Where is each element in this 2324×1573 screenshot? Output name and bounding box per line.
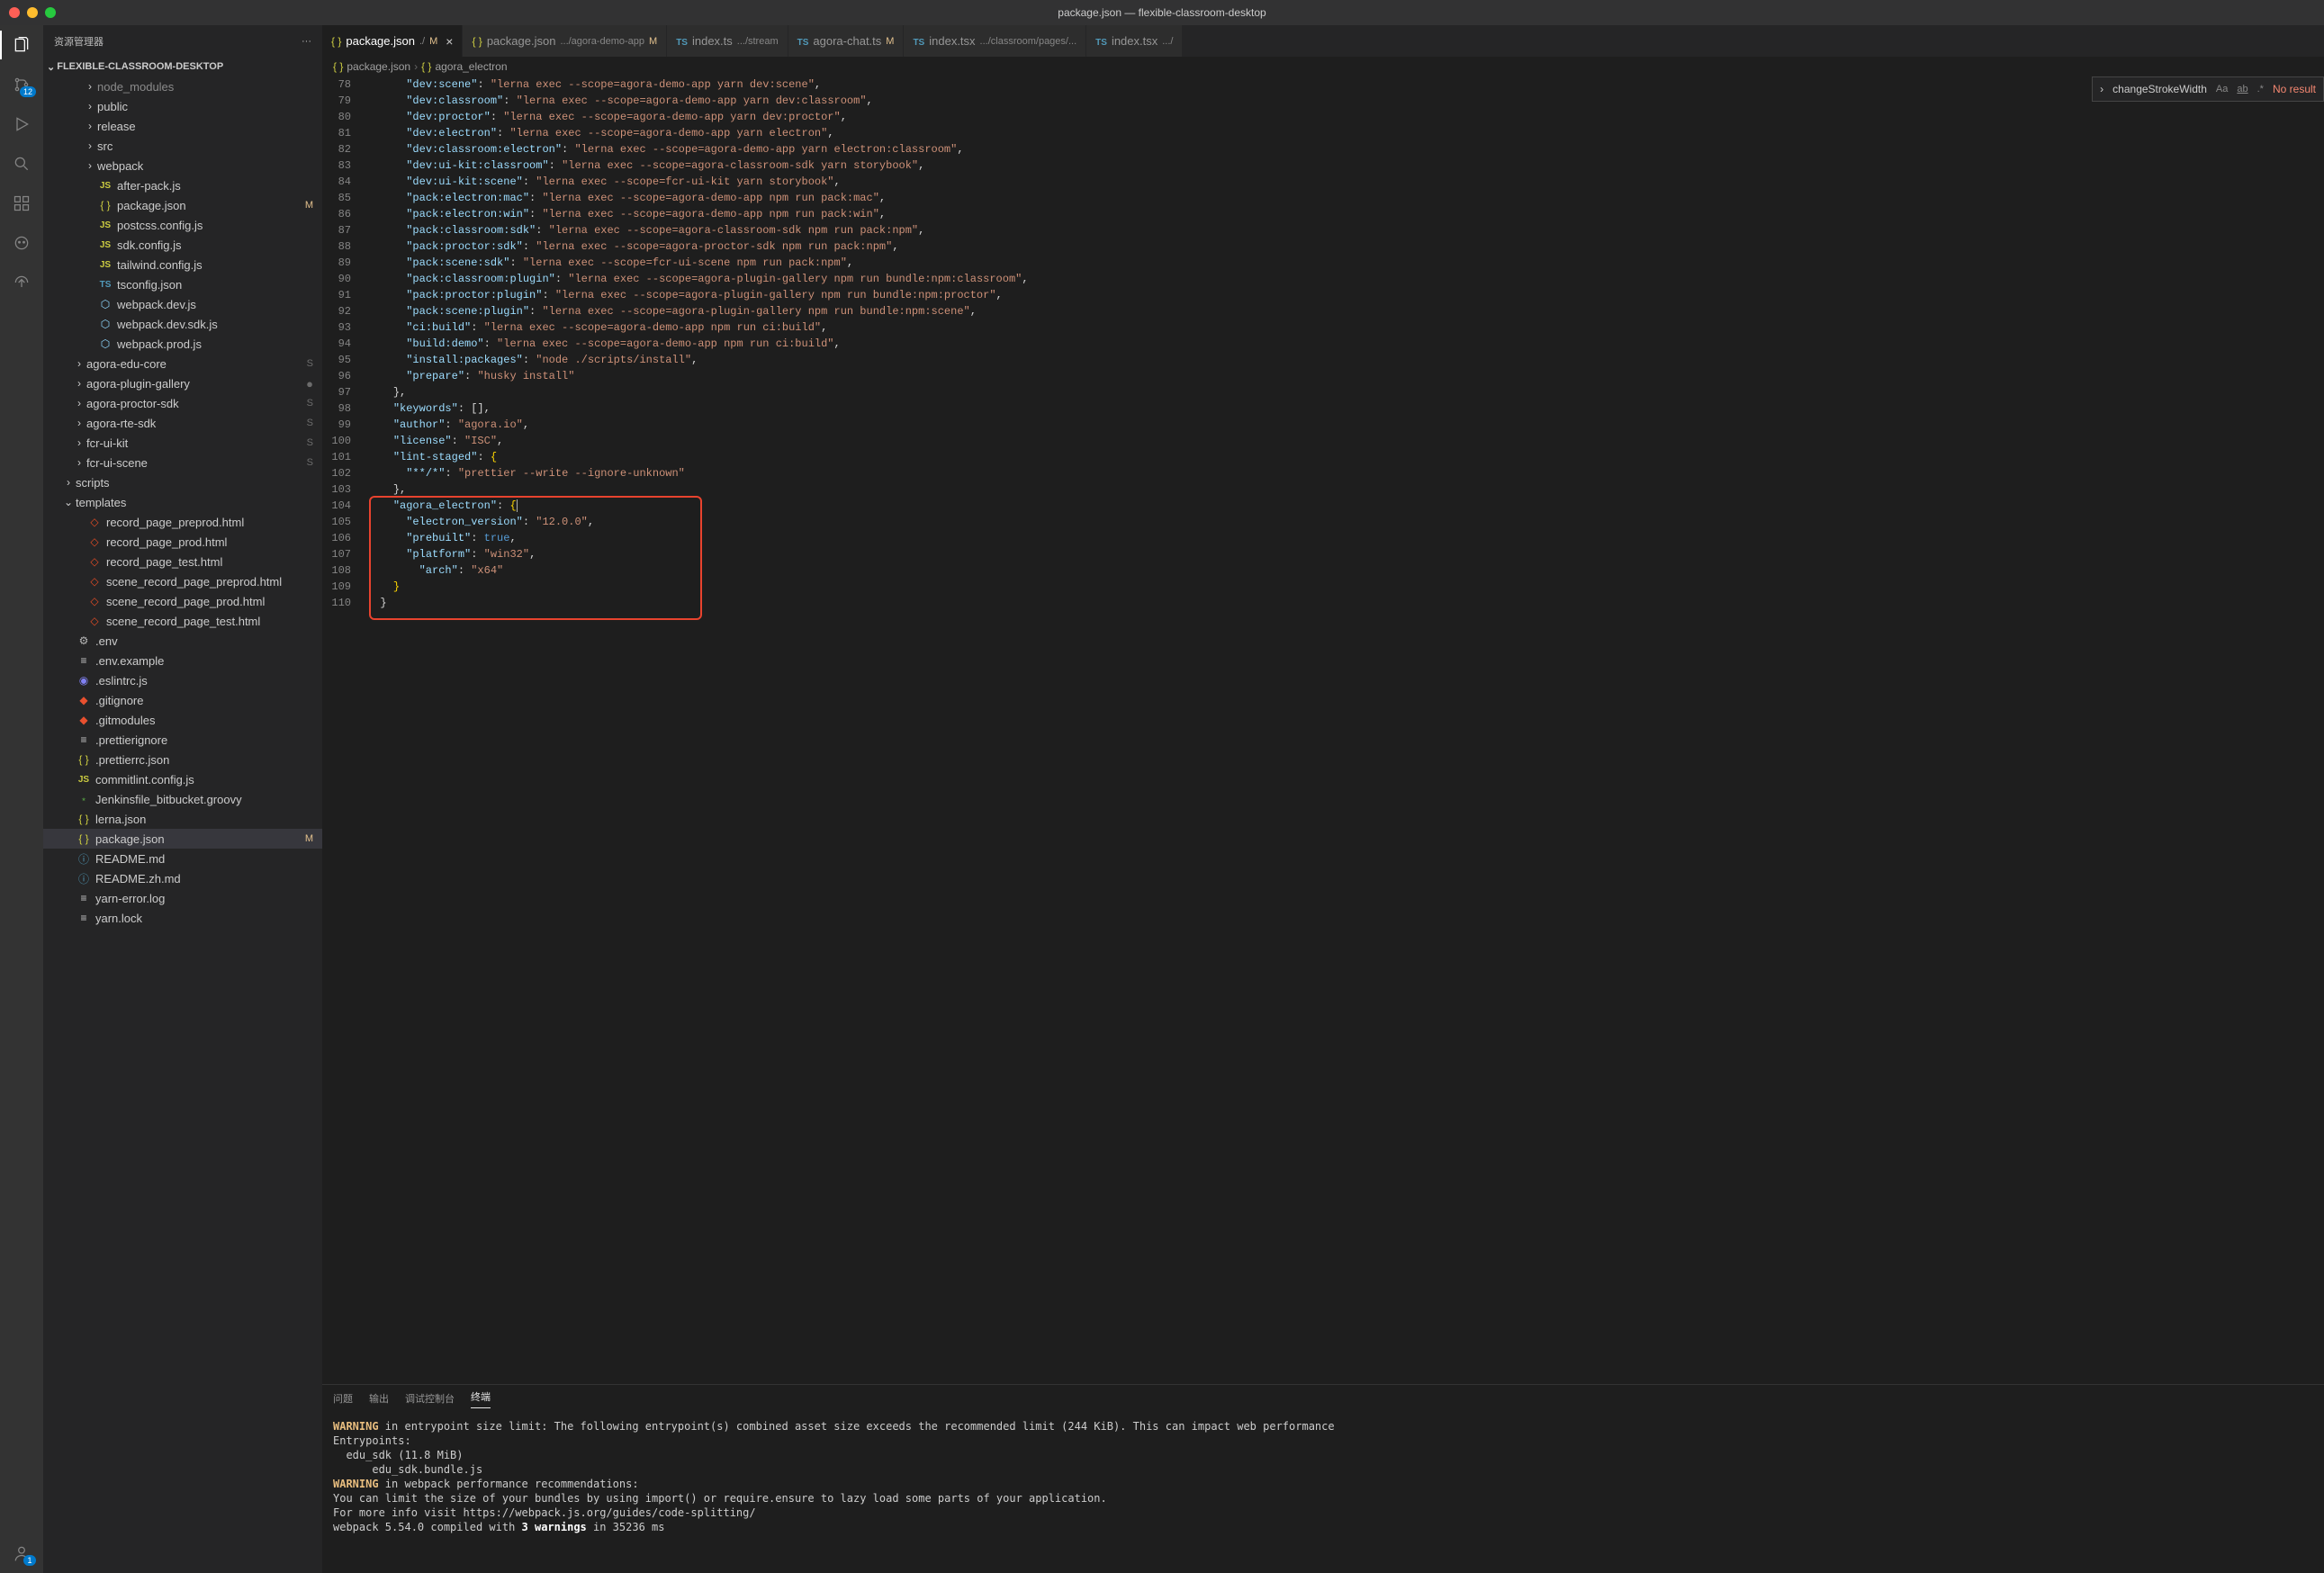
folder-item[interactable]: ›fcr-ui-sceneS	[43, 453, 322, 472]
copilot-icon[interactable]	[11, 232, 32, 254]
activity-bar: 12 1	[0, 25, 43, 1573]
panel-tab[interactable]: 问题	[333, 1391, 353, 1406]
folder-item[interactable]: ›agora-plugin-gallery●	[43, 373, 322, 393]
folder-item[interactable]: ›node_modules	[43, 76, 322, 96]
editor-tab[interactable]: TSindex.tsx.../classroom/pages/...	[904, 25, 1086, 57]
file-item[interactable]: ⬡webpack.dev.js	[43, 294, 322, 314]
folder-item[interactable]: ›public	[43, 96, 322, 116]
panel-tab[interactable]: 调试控制台	[405, 1391, 455, 1406]
project-name: FLEXIBLE-CLASSROOM-DESKTOP	[57, 61, 223, 72]
file-item[interactable]: ⚙.env	[43, 631, 322, 651]
scm-badge: 12	[20, 86, 36, 97]
file-item[interactable]: ◇record_page_preprod.html	[43, 512, 322, 532]
account-icon[interactable]: 1	[11, 1542, 32, 1564]
folder-item[interactable]: ›agora-edu-coreS	[43, 354, 322, 373]
folder-item[interactable]: ›agora-rte-sdkS	[43, 413, 322, 433]
file-item[interactable]: ≡yarn-error.log	[43, 888, 322, 908]
search-icon[interactable]	[11, 153, 32, 175]
file-item[interactable]: JSpostcss.config.js	[43, 215, 322, 235]
folder-item[interactable]: ›scripts	[43, 472, 322, 492]
share-icon[interactable]	[11, 272, 32, 293]
find-prev-icon[interactable]: ›	[2100, 81, 2103, 97]
file-item[interactable]: ≡yarn.lock	[43, 908, 322, 928]
project-header[interactable]: ⌄ FLEXIBLE-CLASSROOM-DESKTOP	[43, 57, 322, 76]
source-control-icon[interactable]: 12	[11, 74, 32, 95]
find-result: No result	[2273, 81, 2316, 97]
explorer-icon[interactable]	[11, 34, 32, 56]
find-text: changeStrokeWidth	[2112, 81, 2207, 97]
folder-item[interactable]: ⌄templates	[43, 492, 322, 512]
line-numbers: 7879808182838485868788899091929394959697…	[322, 76, 367, 1384]
file-item[interactable]: ≡.env.example	[43, 651, 322, 670]
panel-tabs: 问题 输出 调试控制台 终端	[322, 1385, 2324, 1412]
editor-tab[interactable]: TSagora-chat.tsM	[788, 25, 905, 57]
file-item[interactable]: ⋆Jenkinsfile_bitbucket.groovy	[43, 789, 322, 809]
folder-item[interactable]: ›webpack	[43, 156, 322, 175]
file-item[interactable]: { }package.jsonM	[43, 195, 322, 215]
panel-tab[interactable]: 输出	[369, 1391, 389, 1406]
file-item[interactable]: ≡.prettierignore	[43, 730, 322, 750]
file-item[interactable]: TStsconfig.json	[43, 274, 322, 294]
match-case-icon[interactable]: Aa	[2216, 81, 2228, 97]
run-debug-icon[interactable]	[11, 113, 32, 135]
file-item[interactable]: ◆.gitmodules	[43, 710, 322, 730]
file-item[interactable]: ⬡webpack.dev.sdk.js	[43, 314, 322, 334]
file-item[interactable]: ⓘREADME.md	[43, 849, 322, 868]
file-item[interactable]: ◉.eslintrc.js	[43, 670, 322, 690]
sidebar-title: 资源管理器	[54, 34, 104, 49]
file-item[interactable]: JSsdk.config.js	[43, 235, 322, 255]
file-item[interactable]: ◇scene_record_page_test.html	[43, 611, 322, 631]
file-item[interactable]: JSafter-pack.js	[43, 175, 322, 195]
editor-tabs: { }package.json./M×{ }package.json.../ag…	[322, 25, 2324, 57]
file-item[interactable]: { }lerna.json	[43, 809, 322, 829]
editor-tab[interactable]: TSindex.tsx.../	[1086, 25, 1183, 57]
folder-item[interactable]: ›src	[43, 136, 322, 156]
titlebar: package.json — flexible-classroom-deskto…	[0, 0, 2324, 25]
file-item[interactable]: ◇record_page_prod.html	[43, 532, 322, 552]
file-item[interactable]: ◇scene_record_page_prod.html	[43, 591, 322, 611]
file-item[interactable]: ◇record_page_test.html	[43, 552, 322, 571]
folder-item[interactable]: ›release	[43, 116, 322, 136]
close-tab-icon[interactable]: ×	[446, 34, 453, 49]
file-item[interactable]: ⓘREADME.zh.md	[43, 868, 322, 888]
file-item[interactable]: ◆.gitignore	[43, 690, 322, 710]
panel-tab[interactable]: 终端	[471, 1389, 491, 1408]
find-widget[interactable]: › changeStrokeWidth Aa ab .* No result	[2092, 76, 2324, 102]
folder-item[interactable]: ›agora-proctor-sdkS	[43, 393, 322, 413]
editor-tab[interactable]: { }package.json.../agora-demo-appM	[463, 25, 667, 57]
regex-icon[interactable]: .*	[2257, 81, 2264, 97]
editor-tab[interactable]: TSindex.ts.../stream	[667, 25, 788, 57]
window-maximize-icon[interactable]	[45, 7, 56, 18]
file-item[interactable]: ◇scene_record_page_preprod.html	[43, 571, 322, 591]
window-minimize-icon[interactable]	[27, 7, 38, 18]
file-item[interactable]: JScommitlint.config.js	[43, 769, 322, 789]
terminal-body[interactable]: WARNING in entrypoint size limit: The fo…	[322, 1412, 2324, 1573]
file-item[interactable]: ⬡webpack.prod.js	[43, 334, 322, 354]
file-tree: ›node_modules›public›release›src›webpack…	[43, 76, 322, 1573]
panel: 问题 输出 调试控制台 终端 WARNING in entrypoint size l…	[322, 1384, 2324, 1573]
code-editor[interactable]: › changeStrokeWidth Aa ab .* No result 7…	[322, 76, 2324, 1384]
window-title: package.json — flexible-classroom-deskto…	[1058, 6, 1266, 19]
extensions-icon[interactable]	[11, 193, 32, 214]
window-close-icon[interactable]	[9, 7, 20, 18]
editor-tab[interactable]: { }package.json./M×	[322, 25, 463, 57]
file-item[interactable]: { }.prettierrc.json	[43, 750, 322, 769]
breadcrumb[interactable]: { } package.json › { } agora_electron	[322, 57, 2324, 76]
sidebar-more-icon[interactable]: ···	[302, 36, 311, 47]
sidebar: 资源管理器 ··· ⌄ FLEXIBLE-CLASSROOM-DESKTOP ›…	[43, 25, 322, 1573]
code-body[interactable]: "dev:scene": "lerna exec --scope=agora-d…	[367, 76, 2324, 1384]
folder-item[interactable]: ›fcr-ui-kitS	[43, 433, 322, 453]
account-badge: 1	[23, 1555, 36, 1566]
file-item[interactable]: JStailwind.config.js	[43, 255, 322, 274]
file-item[interactable]: { }package.jsonM	[43, 829, 322, 849]
match-word-icon[interactable]: ab	[2237, 81, 2247, 97]
